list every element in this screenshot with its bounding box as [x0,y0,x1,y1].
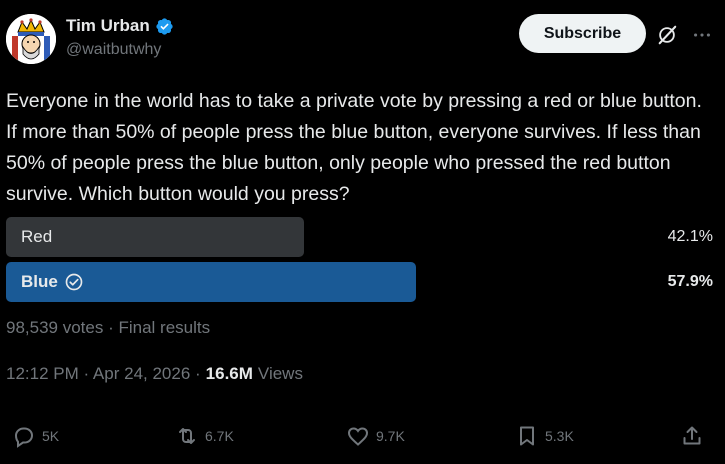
reply-icon [14,427,34,448]
poll-option-text: Red [21,227,53,246]
tweet-text: Everyone in the world has to take a priv… [6,90,702,205]
avatar-king-icon [6,14,56,64]
author-handle[interactable]: @waitbutwhy [66,41,161,59]
repost-icon [179,428,195,444]
bookmark-count: 5.3K [545,428,574,444]
poll-option-red: Red 42.1% [6,217,719,257]
like-count: 9.7K [376,428,405,444]
poll-option-percent: 57.9% [667,273,713,290]
action-bar: 5K 6.7K 9.7K 5.3K [12,424,712,452]
grok-icon[interactable] [656,24,678,46]
author-display-name[interactable]: Tim Urban [66,16,150,36]
poll-summary: 98,539 votes · Final results [6,318,211,337]
poll-option-blue: Blue 57.9% [6,262,719,302]
check-circle-icon [65,273,83,291]
poll-option-label: Red [21,217,52,257]
subscribe-button[interactable]: Subscribe [519,14,646,53]
reply-count: 5K [42,428,60,444]
share-button[interactable] [680,424,704,448]
tweet-header: Tim Urban @waitbutwhy Subscribe [6,12,719,64]
poll-option-text: Blue [21,272,58,291]
like-button[interactable]: 9.7K [346,424,405,448]
more-icon[interactable] [690,24,714,46]
tweet-meta: 12:12 PM · Apr 24, 2026 · 16.6M Views [6,364,303,384]
bookmark-icon [520,426,534,446]
poll-option-label: Blue [21,262,84,302]
like-icon [347,427,369,446]
repost-count: 6.7K [205,428,234,444]
reply-button[interactable]: 5K [12,424,59,448]
tweet-timestamp[interactable]: 12:12 PM · Apr 24, 2026 · [6,364,201,384]
verified-badge-icon [156,17,173,35]
name-row: Tim Urban [66,16,174,36]
views-label: Views [257,364,303,383]
poll-option-percent: 42.1% [667,228,713,245]
avatar[interactable] [6,14,56,64]
share-icon [683,426,701,445]
repost-button[interactable]: 6.7K [175,424,234,448]
bookmark-button[interactable]: 5.3K [515,424,574,448]
views-count: 16.6M [205,364,253,383]
